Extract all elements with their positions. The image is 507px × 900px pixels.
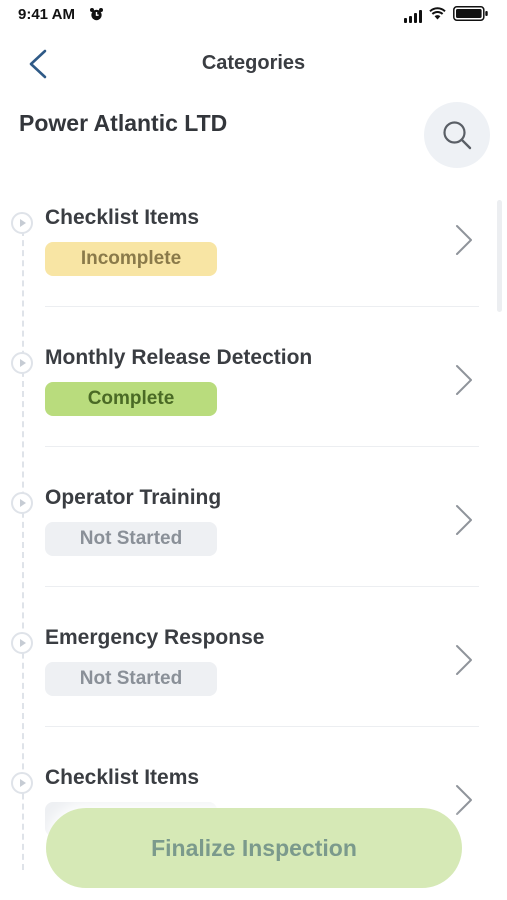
- status-badge: Incomplete: [45, 242, 217, 276]
- status-badge: Not Started: [45, 522, 217, 556]
- play-icon: [11, 772, 33, 794]
- category-title: Emergency Response: [45, 626, 265, 649]
- row-divider: [45, 306, 479, 307]
- search-button[interactable]: [424, 102, 490, 168]
- status-bar: 9:41 AM: [0, 0, 507, 32]
- play-icon: [11, 632, 33, 654]
- play-icon: [11, 492, 33, 514]
- play-icon: [11, 212, 33, 234]
- status-badge: Complete: [45, 382, 217, 416]
- category-row[interactable]: Monthly Release Detection Complete: [0, 346, 507, 486]
- company-name: Power Atlantic LTD: [19, 110, 228, 136]
- page-title: Categories: [201, 52, 306, 74]
- category-title: Checklist Items: [45, 766, 200, 789]
- row-divider: [45, 726, 479, 727]
- chevron-right-icon: [456, 225, 472, 255]
- status-badge: Not Started: [45, 662, 217, 696]
- scrollbar[interactable]: [497, 200, 502, 312]
- category-title: Checklist Items: [45, 206, 200, 229]
- chevron-right-icon: [456, 505, 472, 535]
- battery-icon: [453, 6, 489, 26]
- wifi-icon: [429, 7, 446, 25]
- category-row[interactable]: Emergency Response Not Started: [0, 626, 507, 766]
- cellular-signal-icon: [404, 9, 422, 23]
- chevron-right-icon: [456, 645, 472, 675]
- navigation-bar: Categories: [0, 36, 507, 92]
- chevron-right-icon: [456, 785, 472, 815]
- chevron-right-icon: [456, 365, 472, 395]
- row-divider: [45, 586, 479, 587]
- category-row[interactable]: Checklist Items Incomplete: [0, 206, 507, 346]
- search-icon: [443, 121, 472, 150]
- category-title: Operator Training: [45, 486, 222, 509]
- category-row[interactable]: Operator Training Not Started: [0, 486, 507, 626]
- finalize-inspection-button[interactable]: Finalize Inspection: [46, 808, 462, 888]
- row-divider: [45, 446, 479, 447]
- status-time: 9:41 AM: [18, 6, 75, 23]
- category-title: Monthly Release Detection: [45, 346, 313, 369]
- play-icon: [11, 352, 33, 374]
- status-indicators: [404, 6, 489, 26]
- alarm-clock-icon: [89, 7, 104, 27]
